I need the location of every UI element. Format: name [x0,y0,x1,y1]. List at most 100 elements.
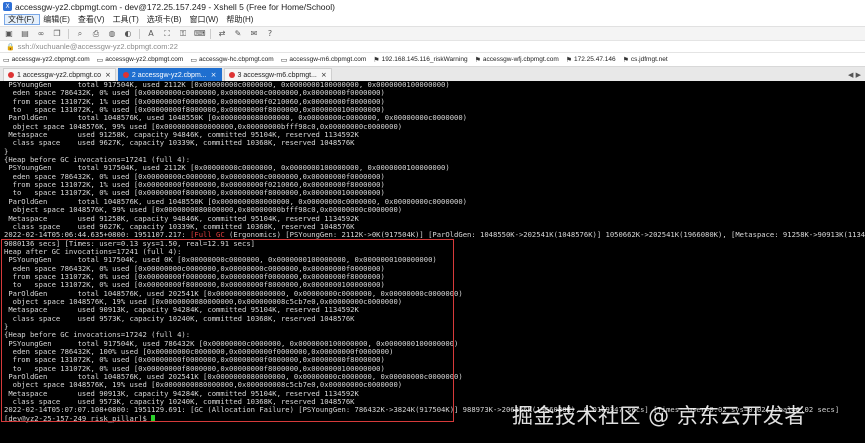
bookmark-icon: ⚑ [622,55,629,64]
copy-icon[interactable]: ❐ [52,29,62,39]
terminal-line: class space used 9627K, capacity 10339K,… [4,139,355,148]
keyboard-icon[interactable]: ⌨ [194,29,206,39]
session-tab-1[interactable]: 1 accessgw-yz2.cbpmgt.co × [3,68,116,81]
link-item[interactable]: ▭ accessgw-hc.cbpmgt.com [190,56,273,64]
new-session-icon[interactable]: ▣ [4,29,14,39]
bookmark-icon: ⚑ [474,55,481,64]
shell-prompt: [dev@yz2-25-157-249 risk_pillar]$ [4,414,152,423]
link-item[interactable]: ▭ accessgw-m6.cbpmgt.com [281,56,367,64]
terminal-line: Metaspace used 91258K, capacity 94846K, … [4,131,359,140]
terminal-line: ParOldGen total 1048576K, used 202541K [… [4,289,463,298]
session-tab-bar: 1 accessgw-yz2.cbpmgt.co × 2 accessgw-yz2.… [0,66,865,81]
terminal-line: ParOldGen total 1048576K, used 1048550K … [4,197,468,206]
bookmark-icon: ▭ [96,55,104,64]
script-icon[interactable]: ✎ [233,29,243,39]
log-suffix: (Ergonomics) [PSYoungGen: 2112K->0K(9175… [224,231,865,240]
terminal-line: 9080136 secs] [Times: user=0.13 sys=1.50… [4,239,255,248]
terminal-line: from space 131072K, 1% used [0x00000000f… [4,181,385,190]
link-item[interactable]: ⚑ 192.168.145.116_riskWarning [373,56,467,64]
session-tab-label: 1 accessgw-yz2.cbpmgt.co [17,71,102,79]
bookmark-icon: ▭ [3,55,10,64]
chat-icon[interactable]: ✉ [249,29,259,39]
session-tab-2[interactable]: 2 accessgw-yz2.cbpm... × [117,68,222,81]
tab-scroll-icon[interactable]: ◀ ▶ [848,71,865,81]
terminal-line: {Heap before GC invocations=17241 (full … [4,156,191,165]
terminal-line: from space 131072K, 0% used [0x00000000f… [4,272,385,281]
bookmark-icon: ⚑ [565,55,573,64]
link-item[interactable]: ▭ accessgw-yz2.cbpmgt.com [3,56,90,64]
terminal-line: eden space 786432K, 100% used [0x0000000… [4,348,394,356]
font-icon[interactable]: A [146,29,156,39]
watermark: 掘金技术社区 @ 京东云开发者 [512,404,806,428]
toolbar-separator [68,28,69,39]
menu-bar: 文件(F) 编辑(E) 查看(V) 工具(T) 选项卡(B) 窗口(W) 帮助(H) [0,13,865,26]
address-field[interactable]: ssh://xuchuanle@accessgw-yz2.cbpmgt.com:… [18,42,178,51]
link-label: 172.25.47.146 [574,56,616,63]
transfer-icon[interactable]: ⇄ [217,29,227,39]
terminal-line: from space 131072K, 1% used [0x00000000f… [4,97,385,106]
lock-icon[interactable]: ⚿ [178,29,188,39]
terminal-line: object space 1048576K, 19% used [0x00000… [4,297,403,306]
close-icon[interactable]: × [105,71,111,79]
link-label: accessgw-hc.cbpmgt.com [198,56,274,63]
terminal-line: class space used 9573K, capacity 10240K,… [4,314,355,323]
terminal-line: Metaspace used 91258K, capacity 94846K, … [4,214,359,223]
link-item[interactable]: ⚑ 172.25.47.146 [566,56,616,64]
bookmark-icon: ▭ [190,55,197,64]
terminal-line: Heap after GC invocations=17241 (full 4)… [4,247,182,256]
log-prefix: 2022-02-14T05:06:44.635+0800: 1951107.21… [4,231,191,240]
terminal-cursor [151,414,156,422]
terminal-line: PSYoungGen total 917504K, used 786432K [… [4,339,459,348]
fullscreen-icon[interactable]: ⛶ [162,29,172,39]
terminal-line: class space used 9627K, capacity 10339K,… [4,222,355,231]
link-item[interactable]: ⚑ accessgw-wfj.cbpmgt.com [475,56,559,64]
terminal-line: object space 1048576K, 99% used [0x00000… [4,206,403,215]
menu-item-5[interactable]: 窗口(W) [186,14,223,25]
link-label: accessgw-yz2.cbpmgt.com [11,56,90,63]
help-icon[interactable]: ? [265,29,275,39]
terminal-line: } [4,147,9,156]
link-item[interactable]: ⚑ cs.jdfmgt.net [623,56,668,64]
terminal-line: to space 131072K, 0% used [0x00000000f80… [4,281,385,290]
close-icon[interactable]: × [321,71,327,79]
bookmark-icon: ▭ [280,55,288,64]
terminal-line: eden space 786432K, 0% used [0x00000000c… [4,172,385,181]
print-icon[interactable]: ⎙ [91,29,101,39]
menu-item-1[interactable]: 编辑(E) [40,14,75,25]
xshell-window: X accessgw-yz2.cbpmgt.com - dev@172.25.1… [0,0,865,443]
session-status-icon [8,72,14,78]
terminal-line: object space 1048576K, 99% used [0x00000… [4,122,403,131]
search-icon[interactable]: ⌕ [75,29,85,39]
session-tab-label: 3 accessgw-m6.cbpmgt... [237,71,317,79]
session-status-icon [122,72,129,78]
session-tab-3[interactable]: 3 accessgw-m6.cbpmgt... × [223,68,332,81]
terminal-line: object space 1048576K, 19% used [0x00000… [4,381,403,390]
link-label: 192.168.145.116_riskWarning [381,56,468,63]
menu-item-2[interactable]: 查看(V) [75,14,110,25]
terminal-line: eden space 786432K, 0% used [0x00000000c… [4,264,385,273]
menu-item-3[interactable]: 工具(T) [110,14,144,25]
terminal-line: PSYoungGen total 917504K, used 2112K [0x… [4,81,450,89]
link-icon[interactable]: ∞ [36,29,46,39]
menu-item-6[interactable]: 帮助(H) [223,14,258,25]
terminal-line: {Heap before GC invocations=17242 (full … [4,331,191,340]
link-item[interactable]: ▭ accessgw-yz2.cbpmgt.com [97,56,184,64]
close-icon[interactable]: × [211,71,217,79]
color-icon[interactable]: ◐ [123,29,133,39]
terminal-line: to space 131072K, 0% used [0x00000000f80… [4,189,385,198]
menu-item-0[interactable]: 文件(F) [4,14,41,25]
xshell-app-icon: X [3,2,12,11]
terminal-output[interactable]: PSYoungGen total 917504K, used 2112K [0x… [0,81,865,443]
full-gc-marker: [Full GC [190,231,225,240]
title-bar: X accessgw-yz2.cbpmgt.com - dev@172.25.1… [0,0,865,13]
open-folder-icon[interactable]: ▤ [20,29,30,39]
link-label: accessgw-m6.cbpmgt.com [289,56,367,63]
terminal-line: from space 131072K, 0% used [0x00000000f… [4,356,385,365]
session-tab-label: 2 accessgw-yz2.cbpm... [131,71,207,79]
address-bar[interactable]: 🔒 ssh://xuchuanle@accessgw-yz2.cbpmgt.co… [0,40,865,53]
links-bar: ▭ accessgw-yz2.cbpmgt.com ▭ accessgw-yz2.cb… [0,53,865,66]
lock-icon: 🔒 [6,42,15,51]
link-label: cs.jdfmgt.net [630,56,668,63]
globe-icon[interactable]: ◍ [107,29,117,39]
menu-item-4[interactable]: 选项卡(B) [144,14,187,25]
